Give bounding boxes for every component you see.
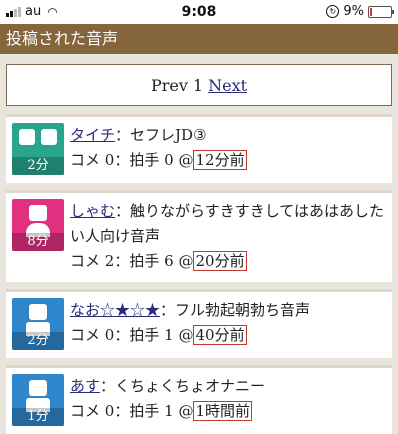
at-sign: @	[178, 252, 194, 270]
male-avatar-icon[interactable]: 2分	[12, 298, 64, 350]
at-sign: @	[178, 326, 194, 344]
post-title: くちょくちょオナニー	[115, 377, 266, 395]
duration-badge: 2分	[12, 157, 64, 175]
battery-percent: 9%	[343, 4, 364, 19]
couple-avatar-icon[interactable]: 2分	[12, 123, 64, 175]
duration-badge: 1分	[12, 408, 64, 426]
separator: ：	[115, 202, 131, 220]
post-content: タイチ：セフレJD③ コメ 0：拍手 0 @12分前	[70, 126, 247, 170]
claps-label: 拍手	[129, 252, 160, 270]
comments-label: コメ	[70, 326, 101, 344]
list-item[interactable]: 2分 なお☆★☆★：フル勃起朝勃ち音声 コメ 0：拍手 1 @40分前	[6, 289, 392, 358]
claps-label: 拍手	[129, 402, 160, 420]
author-link[interactable]: タイチ	[70, 126, 115, 144]
post-content: しゃむ：触りながらすきすきしてはあはあしたい人向け音声 コメ 2：拍手 6 @2…	[70, 202, 384, 271]
separator: ：	[115, 126, 131, 144]
status-bar: au ◠ 9:08 ↻ 9%	[0, 0, 398, 24]
rotation-lock-icon: ↻	[326, 5, 340, 18]
prev-label: Prev	[150, 75, 188, 95]
author-link[interactable]: なお☆★☆★	[70, 301, 160, 319]
claps-count: 0	[164, 151, 174, 169]
female-avatar-icon[interactable]: 8分	[12, 199, 64, 251]
comments-count: 2	[104, 252, 115, 270]
post-content: なお☆★☆★：フル勃起朝勃ち音声 コメ 0：拍手 1 @40分前	[70, 301, 311, 345]
current-page: 1	[192, 75, 204, 95]
comments-label: コメ	[70, 151, 101, 169]
time-ago: 40分前	[193, 325, 247, 345]
list-item[interactable]: 2分 タイチ：セフレJD③ コメ 0：拍手 0 @12分前	[6, 114, 392, 183]
claps-label: 拍手	[129, 151, 160, 169]
author-link[interactable]: しゃむ	[70, 202, 115, 220]
at-sign: @	[178, 402, 194, 420]
post-title: フル勃起朝勃ち音声	[175, 301, 311, 319]
list-item[interactable]: 8分 しゃむ：触りながらすきすきしてはあはあしたい人向け音声 コメ 2：拍手 6…	[6, 190, 392, 282]
comments-label: コメ	[70, 252, 101, 270]
list-item[interactable]: 1分 あす：くちょくちょオナニー コメ 0：拍手 1 @1時間前	[6, 365, 392, 434]
pager: Prev 1 Next	[6, 64, 392, 106]
claps-count: 1	[164, 402, 174, 420]
duration-badge: 2分	[12, 332, 64, 350]
author-link[interactable]: あす	[70, 377, 100, 395]
separator: ：	[100, 377, 116, 395]
battery-icon	[368, 5, 394, 18]
comments-count: 0	[104, 151, 115, 169]
time-ago: 12分前	[193, 150, 247, 170]
duration-badge: 8分	[12, 233, 64, 251]
page-title: 投稿された音声	[0, 24, 398, 54]
comments-count: 0	[104, 402, 115, 420]
post-content: あす：くちょくちょオナニー コメ 0：拍手 1 @1時間前	[70, 377, 266, 421]
separator: ：	[160, 301, 176, 319]
claps-count: 1	[164, 326, 174, 344]
at-sign: @	[178, 151, 194, 169]
status-right: ↻ 9%	[326, 4, 394, 19]
time-ago: 20分前	[193, 251, 247, 271]
male-avatar-icon[interactable]: 1分	[12, 374, 64, 426]
next-link[interactable]: Next	[208, 76, 247, 95]
claps-count: 6	[164, 252, 174, 270]
comments-count: 0	[104, 326, 115, 344]
claps-label: 拍手	[129, 326, 160, 344]
comments-label: コメ	[70, 402, 101, 420]
post-title: セフレJD③	[130, 126, 207, 144]
time-ago: 1時間前	[193, 401, 253, 421]
